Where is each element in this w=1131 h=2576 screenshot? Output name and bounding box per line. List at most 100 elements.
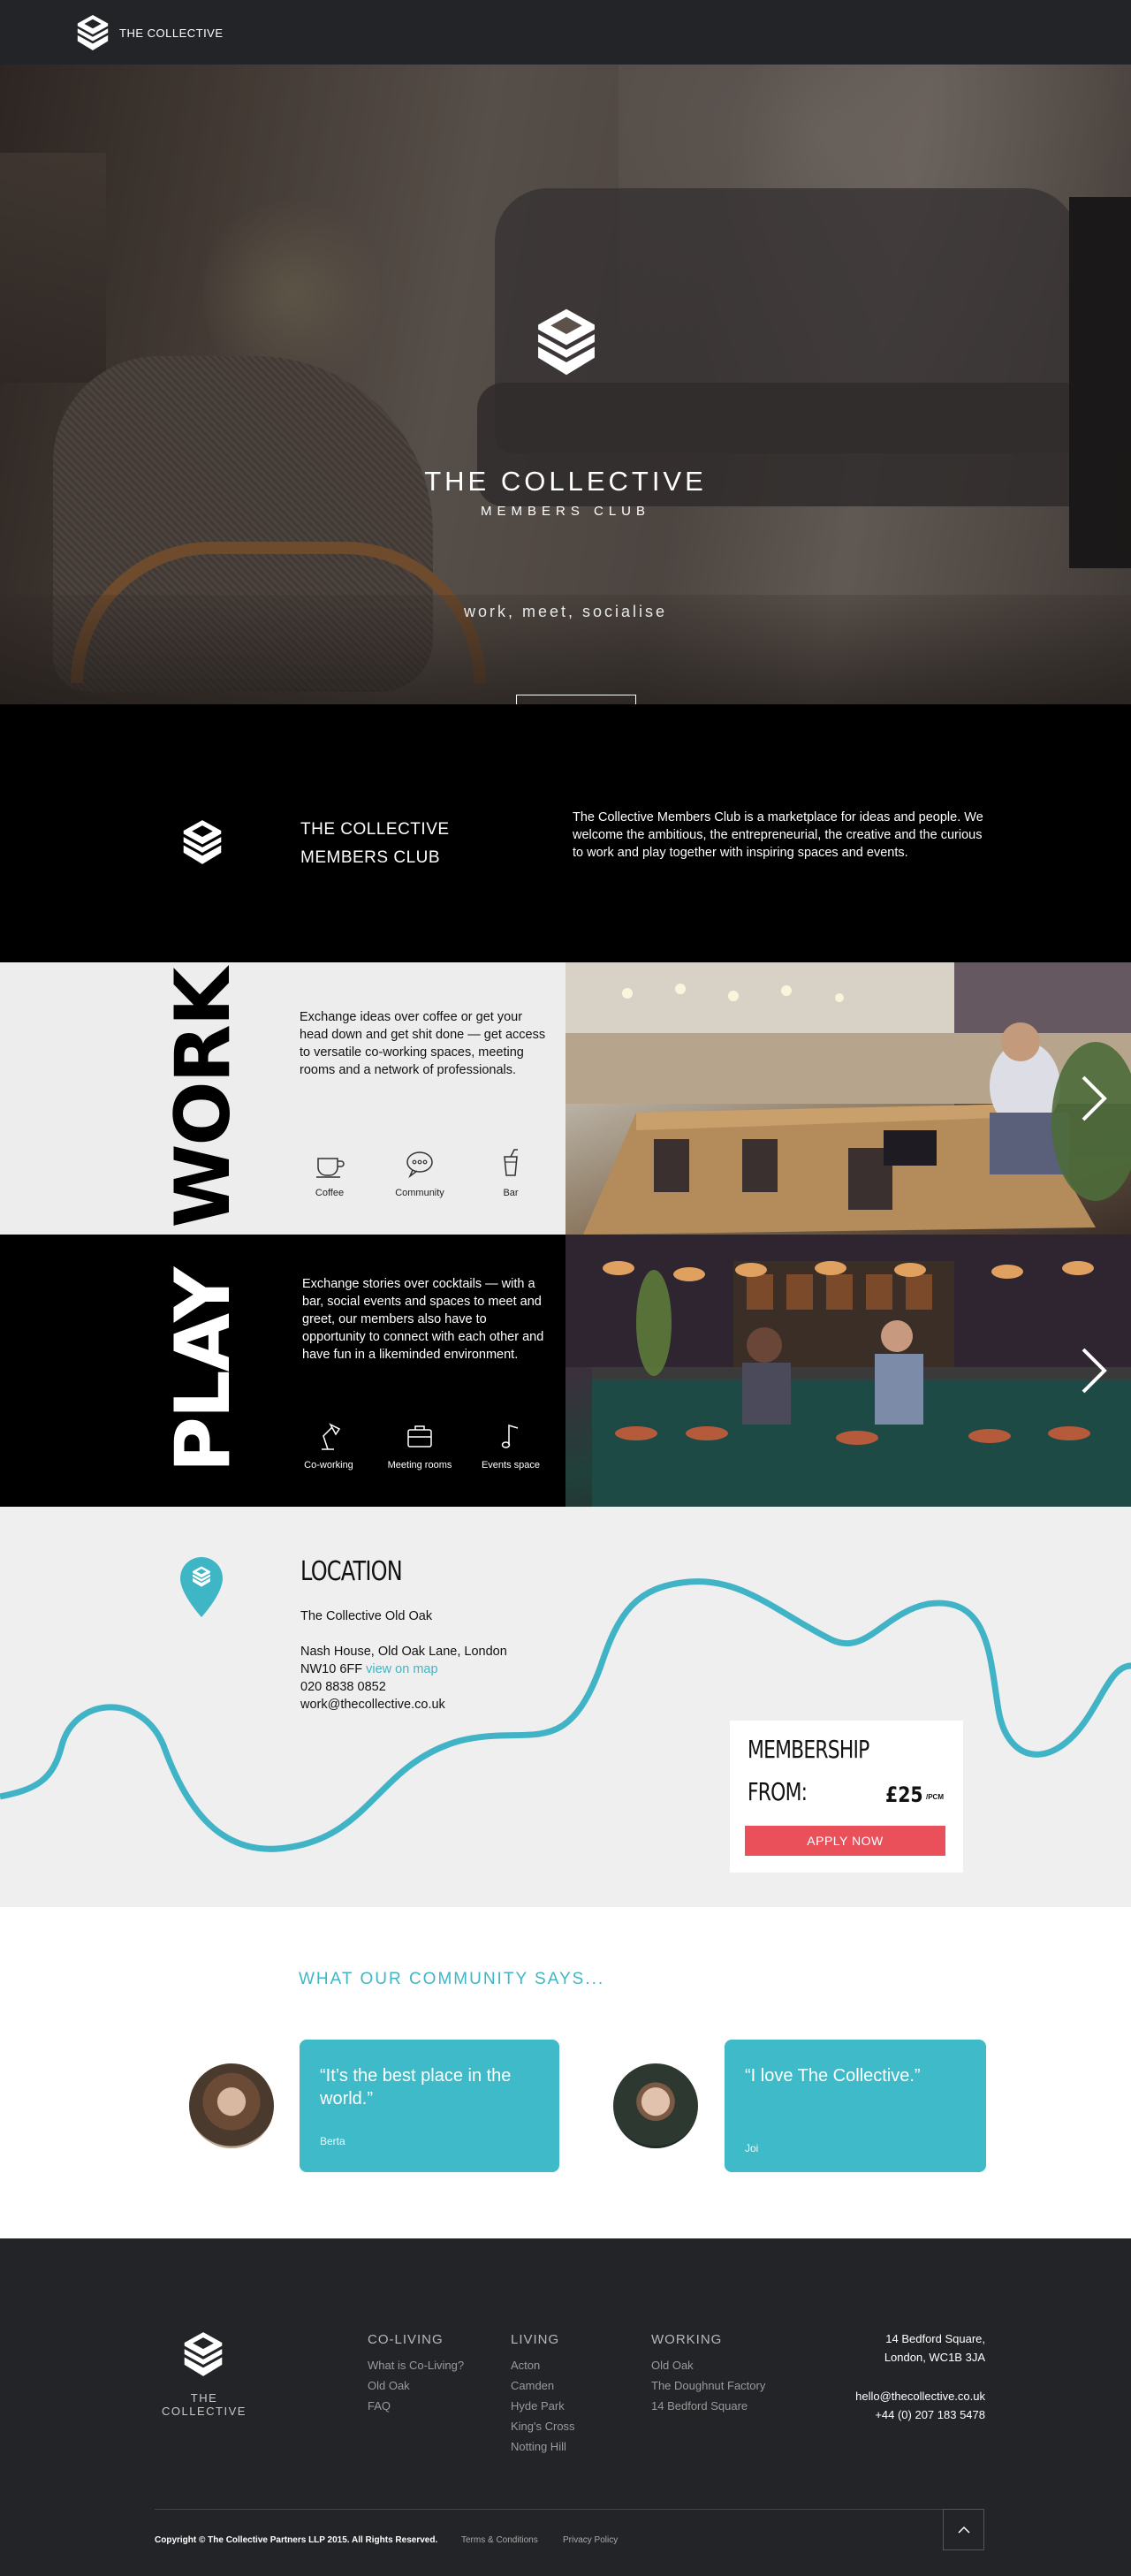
speech-bubble-icon [406,1151,433,1179]
map-pin-icon [180,1557,223,1617]
footer-link[interactable]: Old Oak [368,2375,464,2396]
bar-space-image [566,1235,1131,1507]
intro-text: The Collective Members Club is a marketp… [573,810,983,860]
footer-link[interactable]: Acton [511,2355,575,2375]
hero-section: THE COLLECTIVE MEMBERS CLUB work, meet, … [0,65,1131,704]
footer-column-heading: CO-LIVING [368,2332,444,2347]
testimonial-author: Berta [320,2135,345,2147]
feature-events-space: Events space [471,1420,550,1470]
membership-from-label: FROM: [748,1777,808,1806]
coffee-cup-icon [316,1158,345,1178]
footer-column-heading: LIVING [511,2332,560,2347]
feature-label: Coffee [315,1188,345,1198]
collective-logo-icon[interactable] [75,14,110,51]
feature-label: Events space [481,1460,541,1470]
terms-link[interactable]: Terms & Conditions [461,2535,538,2545]
footer-link[interactable]: FAQ [368,2396,464,2416]
location-section: LOCATION The Collective Old Oak Nash Hou… [0,1507,1131,1907]
feature-coffee: Coffee [290,1148,369,1198]
back-to-top-button[interactable] [943,2509,984,2550]
footer-link[interactable]: King's Cross [511,2416,575,2436]
intro-heading: THE COLLECTIVE MEMBERS CLUB [300,816,450,872]
location-name: The Collective Old Oak [300,1609,433,1623]
membership-label: MEMBERSHIP [748,1735,869,1764]
collective-logo-icon [181,819,224,865]
work-section: WORK Exchange ideas over coffee or get y… [0,962,1131,1235]
membership-unit: /PCM [926,1793,944,1801]
location-address: Nash House, Old Oak Lane, London [300,1645,507,1659]
avatar [613,2063,698,2148]
briefcase-icon [407,1425,432,1448]
location-postcode: NW10 6FF [300,1662,363,1676]
coworking-space-image [566,962,1131,1235]
hero-title: THE COLLECTIVE [424,466,707,497]
intro-heading-line2: MEMBERS CLUB [300,848,441,867]
footer-link[interactable]: Camden [511,2375,575,2396]
collective-logo-icon[interactable] [182,2331,224,2377]
collective-logo-icon [535,308,598,376]
testimonial-author: Joi [745,2142,759,2154]
feature-label: Community [395,1188,444,1198]
testimonial-quote: “It’s the best place in the world.” [320,2066,512,2109]
chevron-right-icon[interactable] [1074,1344,1113,1397]
footer-link[interactable]: The Doughnut Factory [651,2375,765,2396]
feature-bar: Bar [471,1148,550,1198]
location-postcode-line: NW10 6FF view on map [300,1660,557,1678]
location-info: The Collective Old Oak Nash House, Old O… [300,1607,557,1714]
testimonials-section: WHAT OUR COMMUNITY SAYS... “It’s the bes… [0,1907,1131,2238]
chevron-right-icon[interactable] [1074,1072,1113,1125]
play-photo [566,1235,1131,1507]
footer-link[interactable]: What is Co-Living? [368,2355,464,2375]
hero-subtitle: MEMBERS CLUB [480,504,651,519]
work-description: Exchange ideas over coffee or get your h… [300,1010,546,1077]
play-title: PLAY [159,1268,247,1473]
membership-price: £25 [885,1782,923,1807]
footer-link[interactable]: 14 Bedford Square [651,2396,765,2416]
play-section: PLAY Exchange stories over cocktails — w… [0,1235,1131,1507]
footer-link[interactable]: Hyde Park [511,2396,575,2416]
footer-contact: 14 Bedford Square, London, WC1B 3JA hell… [855,2329,985,2424]
footer-copyright: Copyright © The Collective Partners LLP … [155,2535,438,2545]
footer-link[interactable]: Old Oak [651,2355,765,2375]
work-photo [566,962,1131,1235]
avatar [189,2063,274,2148]
footer: THE COLLECTIVE CO-LIVING What is Co-Livi… [0,2238,1131,2576]
location-email[interactable]: work@thecollective.co.uk [300,1696,557,1714]
footer-column-co-living: CO-LIVING What is Co-Living? Old Oak FAQ [368,2329,464,2416]
desk-lamp-icon [322,1423,341,1450]
testimonial-card: “It’s the best place in the world.” Bert… [300,2040,559,2172]
feature-meeting-rooms: Meeting rooms [380,1420,459,1470]
play-description: Exchange stories over cocktails — with a… [302,1277,544,1362]
footer-phone[interactable]: +44 (0) 207 183 5478 [855,2405,985,2424]
feature-label: Meeting rooms [387,1460,452,1470]
intro-section: THE COLLECTIVE MEMBERS CLUB The Collecti… [0,704,1131,962]
work-title: WORK [159,969,247,1228]
privacy-link[interactable]: Privacy Policy [563,2535,618,2545]
membership-card: MEMBERSHIP FROM: £25 /PCM APPLY NOW [730,1721,963,1873]
footer-email[interactable]: hello@thecollective.co.uk [855,2387,985,2405]
hero-apply-button[interactable]: APPLY NOW [516,695,636,704]
hero-tagline: work, meet, socialise [463,603,668,620]
footer-divider [155,2509,984,2510]
feature-label: Co-working [304,1460,353,1470]
footer-link[interactable]: Notting Hill [511,2436,575,2457]
testimonial-card: “I love The Collective.” Joi [725,2040,986,2172]
brand-name[interactable]: THE COLLECTIVE [119,27,224,40]
music-note-icon [501,1424,519,1448]
footer-column-working: WORKING Old Oak The Doughnut Factory 14 … [651,2329,765,2416]
footer-address-line1: 14 Bedford Square, [885,2332,985,2345]
chevron-up-icon [957,2526,970,2534]
intro-heading-line1: THE COLLECTIVE [300,820,450,839]
footer-column-heading: WORKING [651,2332,723,2347]
testimonials-heading: WHAT OUR COMMUNITY SAYS... [299,1970,605,1988]
location-heading: LOCATION [300,1556,403,1587]
footer-address-line2: London, WC1B 3JA [884,2351,985,2364]
footer-column-living: LIVING Acton Camden Hyde Park King's Cro… [511,2329,575,2457]
feature-label: Bar [503,1188,519,1198]
view-on-map-link[interactable]: view on map [366,1662,437,1676]
feature-coworking: Co-working [289,1420,368,1470]
testimonial-quote: “I love The Collective.” [745,2066,921,2086]
location-phone[interactable]: 020 8838 0852 [300,1678,557,1696]
feature-community: Community [380,1148,459,1198]
membership-apply-button[interactable]: APPLY NOW [745,1826,945,1856]
